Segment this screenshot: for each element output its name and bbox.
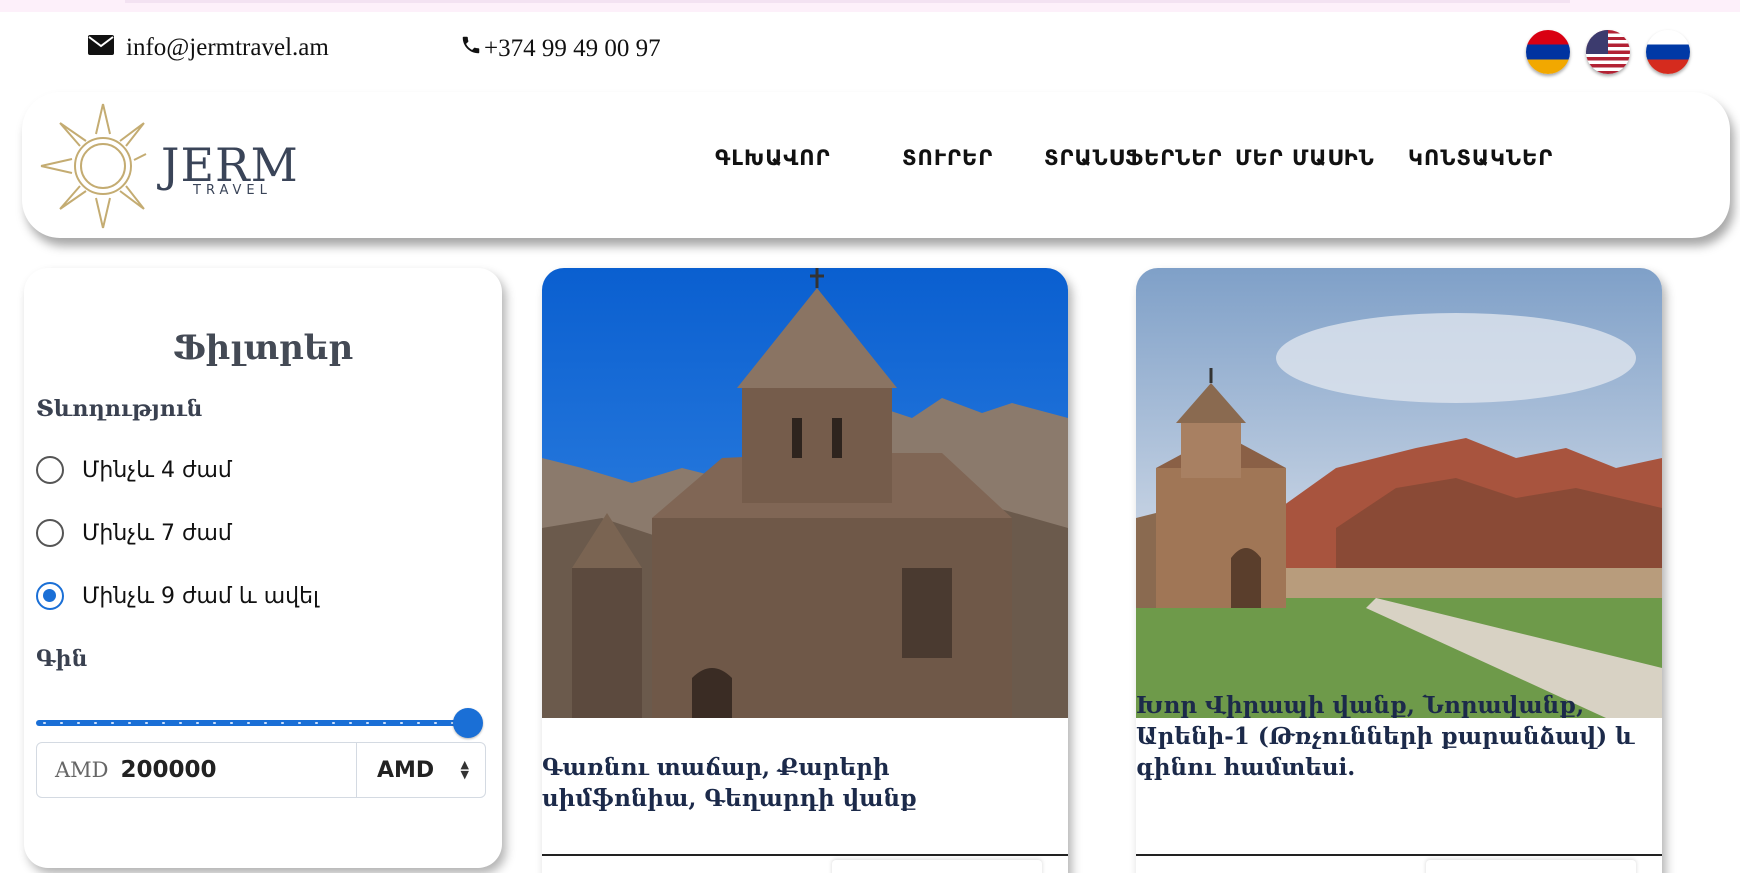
price-slider-ticks [36,722,468,724]
nav-about[interactable]: ՄԵՐ ՄԱՍԻՆ [1235,146,1375,170]
price-slider[interactable] [36,708,483,738]
usa-flag-icon[interactable] [1586,30,1630,74]
radio-button[interactable] [36,519,64,547]
duration-option-label: Մինչև 7 ժամ [82,520,232,546]
armenia-flag-icon[interactable] [1526,30,1570,74]
tour-card[interactable]: Գառնու տաճար, Քարերի սիմֆոնիա, Գեղարդի վ… [542,268,1068,873]
tour-title[interactable]: Գառնու տաճար, Քարերի սիմֆոնիա, Գեղարդի վ… [542,752,1042,814]
duration-option[interactable]: Մինչև 7 ժամ [36,519,232,547]
card-divider [1136,854,1662,856]
radio-button[interactable] [36,582,64,610]
duration-option[interactable]: Մինչև 4 ժամ [36,456,232,484]
currency-select[interactable]: AMD ▲ ▼ [357,743,485,797]
card-divider [542,854,1068,856]
duration-option-label: Մինչև 9 ժամ և ավել [82,583,320,609]
logo[interactable]: JERM TRAVEL [38,96,298,236]
card-action-button[interactable] [832,860,1042,873]
price-value: 200000 [120,757,217,783]
price-prefix: AMD [55,758,109,782]
radio-button[interactable] [36,456,64,484]
contact-phone[interactable]: +374 99 49 00 97 [460,34,661,63]
top-strip [0,0,1740,12]
price-input[interactable]: AMD 200000 [37,743,357,797]
sun-logo-icon [40,103,147,229]
site-header: JERM TRAVEL ԳԼԽԱՎՈՐ ՏՈՒՐԵՐ ՏՐԱՆՍՖԵՐՆԵՐ Մ… [22,92,1730,238]
card-action-button[interactable] [1426,860,1636,873]
duration-label: Տևողություն [36,396,203,422]
filter-title: Ֆիլտրեր [172,328,354,368]
nav-contacts[interactable]: ԿՈՆՏԱԿՆԵՐ [1408,146,1553,170]
phone-icon [460,34,482,63]
phone-text[interactable]: +374 99 49 00 97 [484,35,661,63]
geghard-monastery-photo [542,268,1068,718]
contact-email[interactable]: info@jermtravel.am [88,34,329,62]
nav-home[interactable]: ԳԼԽԱՎՈՐ [715,146,831,170]
price-field: AMD 200000 AMD ▲ ▼ [36,742,486,798]
logo-subtitle: TRAVEL [193,183,272,198]
currency-value: AMD [377,757,435,783]
duration-option[interactable]: Մինչև 9 ժամ և ավել [36,582,319,610]
tour-card[interactable]: Խոր Վիրապի վանք, Նորավանք, Արենի-1 (Թռչո… [1136,268,1662,873]
noravank-monastery-photo [1136,268,1662,718]
russia-flag-icon[interactable] [1646,30,1690,74]
price-slider-thumb[interactable] [453,708,483,738]
price-label: Գին [36,646,88,672]
filter-panel: Ֆիլտրեր Տևողություն Մինչև 4 ժամ Մինչև 7 … [24,268,502,868]
chevron-updown-icon: ▲ ▼ [460,758,469,781]
top-strip-line [125,0,1570,3]
envelope-icon [88,34,114,62]
duration-option-label: Մինչև 4 ժամ [82,457,232,483]
tour-title[interactable]: Խոր Վիրապի վանք, Նորավանք, Արենի-1 (Թռչո… [1136,690,1636,783]
language-switcher [1526,30,1690,74]
email-text[interactable]: info@jermtravel.am [126,34,329,62]
nav-tours[interactable]: ՏՈՒՐԵՐ [902,146,993,170]
nav-transfers[interactable]: ՏՐԱՆՍՖԵՐՆԵՐ [1044,146,1223,170]
